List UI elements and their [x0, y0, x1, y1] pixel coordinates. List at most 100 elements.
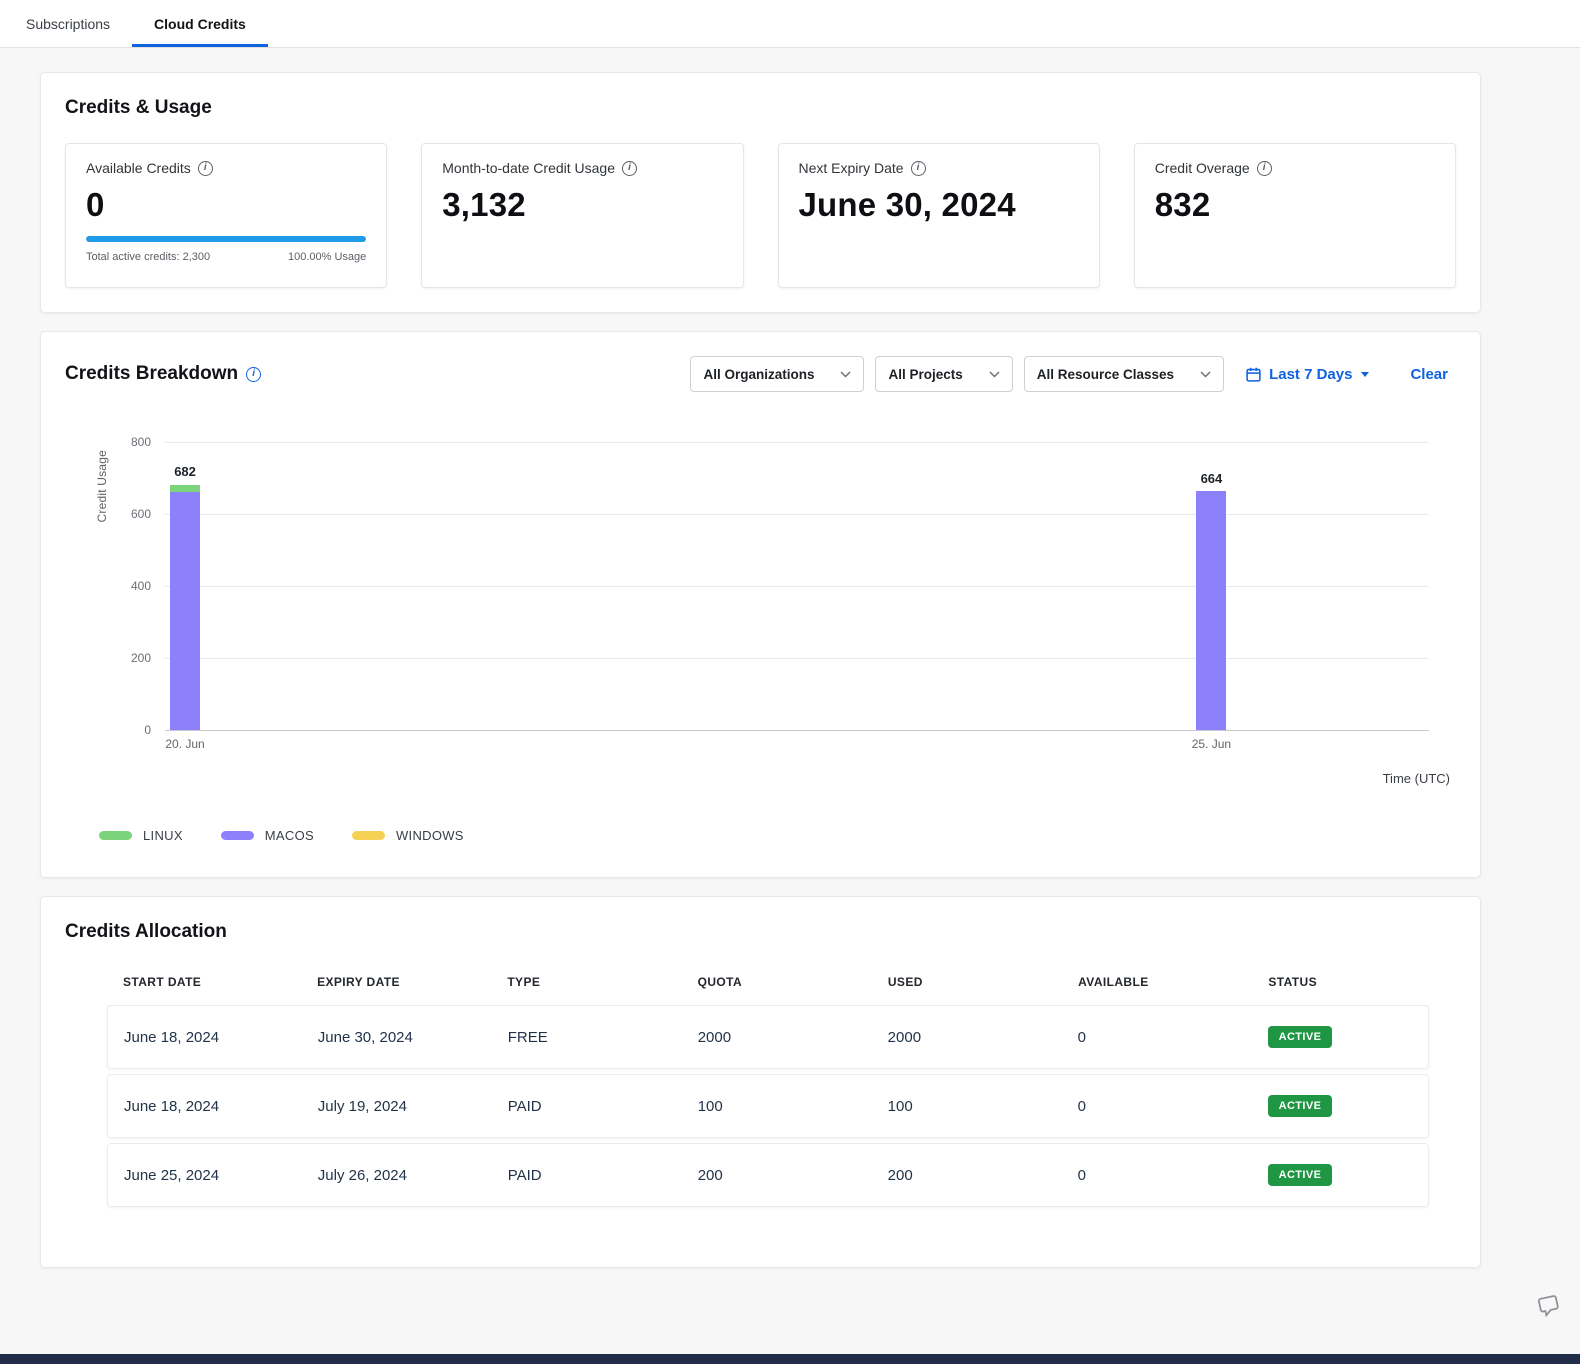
windows-label: WINDOWS	[396, 828, 464, 843]
resource-classes-filter-value: All Resource Classes	[1037, 367, 1174, 382]
available-credits-info-icon[interactable]: i	[198, 161, 213, 176]
col-available: AVAILABLE	[1078, 975, 1268, 989]
credit-overage-value: 832	[1155, 186, 1435, 224]
cell-used: 2000	[888, 1029, 1078, 1046]
credits-usage-title: Credits & Usage	[65, 97, 1456, 119]
credits-breakdown-title: Credits Breakdown	[65, 363, 238, 385]
y-axis-label: Credit Usage	[95, 450, 109, 522]
status-badge: ACTIVE	[1268, 1164, 1333, 1186]
gridline	[165, 586, 1429, 587]
main-content: Credits & Usage Available Credits i 0 To…	[0, 48, 1481, 1268]
chart-legend: LINUX MACOS WINDOWS	[99, 828, 1456, 843]
cell-quota: 2000	[698, 1029, 888, 1046]
linux-label: LINUX	[143, 828, 183, 843]
bar-total-label: 682	[174, 464, 196, 479]
resource-classes-filter[interactable]: All Resource Classes	[1024, 356, 1224, 392]
credit-usage-chart: 0200400600800682664	[165, 442, 1429, 730]
windows-swatch	[352, 831, 385, 840]
total-active-credits-label: Total active credits: 2,300	[86, 251, 210, 263]
organizations-filter-value: All Organizations	[703, 367, 814, 382]
chart-bar: 682	[170, 442, 200, 730]
allocation-table: START DATE EXPIRY DATE TYPE QUOTA USED A…	[107, 975, 1429, 1207]
available-credits-card: Available Credits i 0 Total active credi…	[65, 143, 387, 288]
credits-allocation-card: Credits Allocation START DATE EXPIRY DAT…	[40, 896, 1481, 1268]
next-expiry-card: Next Expiry Date i June 30, 2024	[778, 143, 1100, 288]
status-badge: ACTIVE	[1268, 1026, 1333, 1048]
calendar-icon	[1245, 366, 1262, 383]
y-tick-label: 200	[131, 651, 151, 665]
cell-start-date: June 25, 2024	[124, 1167, 318, 1184]
chevron-down-icon	[840, 371, 851, 378]
cell-expiry-date: June 30, 2024	[318, 1029, 508, 1046]
next-expiry-value: June 30, 2024	[799, 186, 1079, 224]
bar-segment-macos	[1196, 491, 1226, 730]
bar-segment-linux	[170, 485, 200, 493]
date-range-value: Last 7 Days	[1269, 366, 1352, 383]
y-tick-label: 0	[144, 723, 151, 737]
page: Subscriptions Cloud Credits Credits & Us…	[0, 0, 1580, 1364]
cell-available: 0	[1078, 1098, 1268, 1115]
organizations-filter[interactable]: All Organizations	[690, 356, 864, 392]
status-badge: ACTIVE	[1268, 1095, 1333, 1117]
help-chat-icon[interactable]	[1534, 1292, 1565, 1323]
cell-start-date: June 18, 2024	[124, 1098, 318, 1115]
date-range-filter[interactable]: Last 7 Days	[1235, 366, 1379, 383]
credits-allocation-title: Credits Allocation	[65, 921, 1456, 943]
x-axis-labels: 20. Jun 25. Jun	[165, 737, 1429, 755]
y-tick-label: 400	[131, 579, 151, 593]
legend-macos[interactable]: MACOS	[221, 828, 314, 843]
col-expiry-date: EXPIRY DATE	[317, 975, 507, 989]
table-row: June 18, 2024 June 30, 2024 FREE 2000 20…	[107, 1005, 1429, 1069]
legend-linux[interactable]: LINUX	[99, 828, 183, 843]
chevron-down-icon	[1200, 371, 1211, 378]
linux-swatch	[99, 831, 132, 840]
cell-expiry-date: July 19, 2024	[318, 1098, 508, 1115]
month-usage-card: Month-to-date Credit Usage i 3,132	[421, 143, 743, 288]
cell-type: PAID	[508, 1167, 698, 1184]
macos-swatch	[221, 831, 254, 840]
table-row: June 18, 2024 July 19, 2024 PAID 100 100…	[107, 1074, 1429, 1138]
legend-windows[interactable]: WINDOWS	[352, 828, 464, 843]
clear-filters-link[interactable]: Clear	[1410, 366, 1448, 383]
usage-percent-label: 100.00% Usage	[288, 251, 366, 263]
cell-quota: 200	[698, 1167, 888, 1184]
chart-area: Credit Usage 0200400600800682664 20. Jun…	[65, 442, 1456, 786]
cell-used: 200	[888, 1167, 1078, 1184]
projects-filter-value: All Projects	[888, 367, 962, 382]
chevron-down-icon	[989, 371, 1000, 378]
month-usage-info-icon[interactable]: i	[622, 161, 637, 176]
x-tick-label: 20. Jun	[165, 737, 204, 751]
gridline	[165, 730, 1429, 731]
breakdown-filters: All Organizations All Projects All Resou…	[690, 356, 1456, 392]
cell-expiry-date: July 26, 2024	[318, 1167, 508, 1184]
tab-cloud-credits[interactable]: Cloud Credits	[132, 0, 268, 47]
cell-type: PAID	[508, 1098, 698, 1115]
tab-subscriptions[interactable]: Subscriptions	[4, 0, 132, 47]
col-status: STATUS	[1268, 975, 1413, 989]
cell-available: 0	[1078, 1167, 1268, 1184]
next-expiry-info-icon[interactable]: i	[911, 161, 926, 176]
top-tab-bar: Subscriptions Cloud Credits	[0, 0, 1580, 48]
cell-type: FREE	[508, 1029, 698, 1046]
x-tick-label: 25. Jun	[1192, 737, 1231, 751]
bar-segment-macos	[170, 492, 200, 730]
chart-bar: 664	[1196, 442, 1226, 730]
cell-quota: 100	[698, 1098, 888, 1115]
available-credits-progress	[86, 236, 366, 242]
credit-overage-info-icon[interactable]: i	[1257, 161, 1272, 176]
table-header: START DATE EXPIRY DATE TYPE QUOTA USED A…	[107, 975, 1429, 1005]
available-credits-label: Available Credits	[86, 160, 191, 176]
credits-breakdown-info-icon[interactable]: i	[246, 367, 261, 382]
available-credits-value: 0	[86, 186, 366, 224]
bar-total-label: 664	[1201, 471, 1223, 486]
col-quota: QUOTA	[698, 975, 888, 989]
credits-usage-card: Credits & Usage Available Credits i 0 To…	[40, 72, 1481, 313]
caret-down-icon	[1361, 372, 1369, 377]
projects-filter[interactable]: All Projects	[875, 356, 1012, 392]
month-usage-label: Month-to-date Credit Usage	[442, 160, 615, 176]
x-axis-title: Time (UTC)	[65, 771, 1456, 786]
cell-start-date: June 18, 2024	[124, 1029, 318, 1046]
col-start-date: START DATE	[123, 975, 317, 989]
cell-available: 0	[1078, 1029, 1268, 1046]
macos-label: MACOS	[265, 828, 314, 843]
